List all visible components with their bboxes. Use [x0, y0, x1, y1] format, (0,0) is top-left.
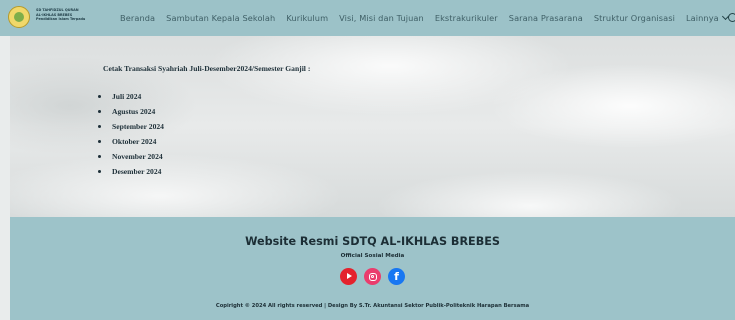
month-label: Oktober 2024 [112, 137, 157, 146]
month-list: Juli 2024 Agustus 2024 September 2024 Ok… [94, 89, 164, 179]
footer-title: Website Resmi SDTQ AL-IKHLAS BREBES [245, 235, 500, 248]
month-link-september[interactable]: September 2024 [94, 119, 164, 134]
month-label: Desember 2024 [112, 167, 162, 176]
month-link-november[interactable]: November 2024 [94, 149, 164, 164]
social-links: f [10, 268, 735, 285]
page-heading: Cetak Transaksi Syahriah Juli-Desember20… [103, 64, 311, 73]
nav-link-struktur[interactable]: Struktur Organisasi [594, 13, 675, 23]
month-label: Juli 2024 [112, 92, 142, 101]
instagram-icon[interactable] [364, 268, 381, 285]
nav-link-beranda[interactable]: Beranda [120, 13, 155, 23]
youtube-icon[interactable] [340, 268, 357, 285]
navbar: SD TAHFIDZUL QURAN AL-IKHLAS BREBES Pend… [0, 0, 735, 36]
nav-link-lainnya-label: Lainnya [685, 13, 719, 23]
bullet-icon [98, 140, 101, 143]
facebook-icon[interactable]: f [388, 268, 405, 285]
logo-text[interactable]: SD TAHFIDZUL QURAN AL-IKHLAS BREBES Pend… [36, 8, 90, 22]
search-icon[interactable] [728, 13, 735, 22]
month-link-agustus[interactable]: Agustus 2024 [94, 104, 164, 119]
nav-link-kurikulum[interactable]: Kurikulum [286, 13, 328, 23]
content-area: Cetak Transaksi Syahriah Juli-Desember20… [10, 36, 735, 217]
month-link-desember[interactable]: Desember 2024 [94, 164, 164, 179]
month-link-oktober[interactable]: Oktober 2024 [94, 134, 164, 149]
copyright-text: Copiright © 2024 All rights reserved | D… [215, 303, 530, 309]
nav-link-sarana[interactable]: Sarana Prasarana [509, 13, 583, 23]
nav-link-sambutan[interactable]: Sambutan Kepala Sekolah [166, 13, 275, 23]
school-logo-icon[interactable] [8, 6, 30, 28]
main-nav: Beranda Sambutan Kepala Sekolah Kurikulu… [120, 0, 735, 36]
page: SD TAHFIDZUL QURAN AL-IKHLAS BREBES Pend… [0, 0, 735, 320]
nav-link-lainnya[interactable]: Lainnya [685, 12, 729, 23]
bullet-icon [98, 110, 101, 113]
bullet-icon [98, 125, 101, 128]
nav-link-visi-misi[interactable]: Visi, Misi dan Tujuan [339, 13, 424, 23]
bullet-icon [98, 155, 101, 158]
month-label: September 2024 [112, 122, 164, 131]
bullet-icon [98, 95, 101, 98]
logo-line-3: Pendidikan Islam Terpadu [36, 17, 86, 22]
footer-subtitle: Official Sosial Media [340, 253, 405, 259]
month-link-juli[interactable]: Juli 2024 [94, 89, 164, 104]
month-label: November 2024 [112, 152, 163, 161]
nav-link-ekstrakurikuler[interactable]: Ekstrakurikuler [435, 13, 498, 23]
bullet-icon [98, 170, 101, 173]
footer: Website Resmi SDTQ AL-IKHLAS BREBES Offi… [10, 217, 735, 320]
month-label: Agustus 2024 [112, 107, 156, 116]
